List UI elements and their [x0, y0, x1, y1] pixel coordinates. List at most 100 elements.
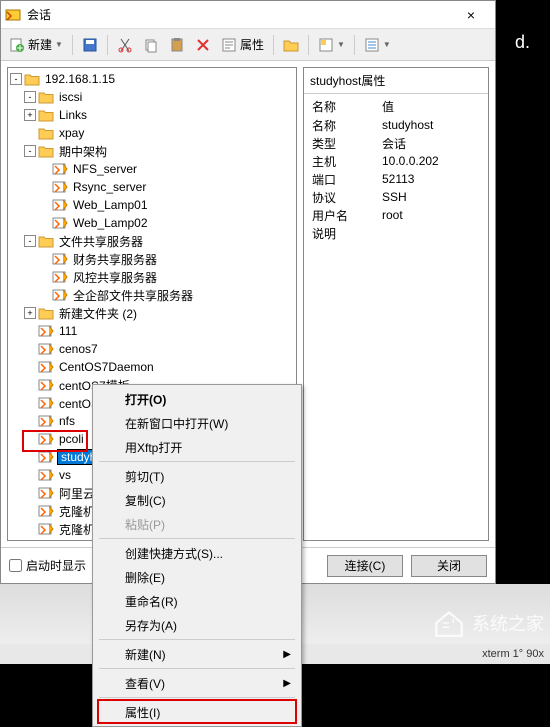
tree-label[interactable]: 全企部文件共享服务器: [71, 287, 195, 304]
prop-key: 名称: [312, 117, 382, 134]
expand-icon[interactable]: -: [10, 73, 22, 85]
tree-item[interactable]: - iscsi: [10, 88, 294, 106]
session-icon: [38, 486, 54, 500]
menu-item[interactable]: 新建(N)▶: [95, 642, 299, 666]
prop-row: 主机10.0.0.202: [312, 152, 480, 170]
titlebar: 会话 ×: [1, 1, 495, 29]
paste-button[interactable]: [165, 35, 189, 55]
expand-icon[interactable]: -: [24, 91, 36, 103]
tree-label[interactable]: vs: [57, 468, 73, 482]
prop-val: 会话: [382, 135, 480, 152]
tree-label[interactable]: Web_Lamp01: [71, 198, 150, 212]
context-menu: 打开(O)在新窗口中打开(W)用Xftp打开剪切(T)复制(C)粘贴(P) 创建快…: [92, 384, 302, 727]
tree-item[interactable]: - 文件共享服务器: [10, 232, 294, 250]
app-icon: [5, 7, 21, 23]
folder-icon: [24, 72, 40, 86]
tree-label[interactable]: Links: [57, 108, 89, 122]
session-icon: [52, 180, 68, 194]
props-head-row: 名称 值: [312, 98, 480, 116]
tree-item[interactable]: - 期中架构: [10, 142, 294, 160]
tree-label[interactable]: nfs: [57, 414, 77, 428]
close-button[interactable]: ×: [451, 2, 491, 28]
checkbox-input[interactable]: [9, 559, 22, 572]
tree-label[interactable]: NFS_server: [71, 162, 139, 176]
tree-label[interactable]: 模板机: [57, 539, 97, 542]
save-button[interactable]: [78, 35, 102, 55]
expand-icon[interactable]: +: [24, 109, 36, 121]
checkbox-label: 启动时显示: [26, 557, 86, 574]
menu-item[interactable]: 打开(O): [95, 387, 299, 411]
menu-item[interactable]: 属性(I): [95, 700, 299, 724]
tree-label[interactable]: 风控共享服务器: [71, 269, 159, 286]
menu-item[interactable]: 剪切(T): [95, 464, 299, 488]
menu-item[interactable]: 用Xftp打开: [95, 435, 299, 459]
tree-label[interactable]: 克隆机: [57, 521, 97, 538]
tree-item[interactable]: 风控共享服务器: [10, 268, 294, 286]
list-button[interactable]: ▼: [360, 35, 395, 55]
tree-item[interactable]: + Links: [10, 106, 294, 124]
prop-row: 类型会话: [312, 134, 480, 152]
tree-label[interactable]: 192.168.1.15: [43, 72, 117, 86]
tree-label[interactable]: pcoli: [57, 432, 86, 446]
tree-item[interactable]: CentOS7Daemon: [10, 358, 294, 376]
tree-label[interactable]: 文件共享服务器: [57, 233, 145, 250]
expand-icon[interactable]: -: [24, 235, 36, 247]
tree-label[interactable]: cenos7: [57, 342, 100, 356]
copy-button[interactable]: [139, 35, 163, 55]
chevron-down-icon: ▼: [383, 40, 391, 49]
menu-item: 粘贴(P): [95, 512, 299, 536]
dialog-title: 会话: [27, 6, 451, 23]
tree-item[interactable]: Rsync_server: [10, 178, 294, 196]
menu-item[interactable]: 创建快捷方式(S)...: [95, 541, 299, 565]
view-button[interactable]: ▼: [314, 35, 349, 55]
tree-label[interactable]: Rsync_server: [71, 180, 148, 194]
prop-row: 协议SSH: [312, 188, 480, 206]
tree-item[interactable]: 全企部文件共享服务器: [10, 286, 294, 304]
tree-label[interactable]: 新建文件夹 (2): [57, 305, 139, 322]
folder-button[interactable]: [279, 35, 303, 55]
tree-item[interactable]: xpay: [10, 124, 294, 142]
expand-icon[interactable]: -: [24, 145, 36, 157]
tree-label[interactable]: 财务共享服务器: [71, 251, 159, 268]
tree-item[interactable]: 财务共享服务器: [10, 250, 294, 268]
cut-button[interactable]: [113, 35, 137, 55]
menu-item[interactable]: 查看(V)▶: [95, 671, 299, 695]
tree-label[interactable]: Web_Lamp02: [71, 216, 150, 230]
tree-label[interactable]: 克隆机: [57, 503, 97, 520]
folder-icon: [38, 90, 54, 104]
session-icon: [38, 342, 54, 356]
startup-checkbox[interactable]: 启动时显示: [9, 557, 86, 574]
tree-item[interactable]: Web_Lamp02: [10, 214, 294, 232]
tree-item[interactable]: NFS_server: [10, 160, 294, 178]
separator: [308, 35, 309, 55]
session-icon: [38, 378, 54, 392]
submenu-arrow-icon: ▶: [283, 649, 291, 660]
tree-label[interactable]: CentOS7Daemon: [57, 360, 156, 374]
tree-label[interactable]: 期中架构: [57, 143, 109, 160]
menu-item[interactable]: 在新窗口中打开(W): [95, 411, 299, 435]
col-name: 名称: [312, 98, 382, 116]
connect-button[interactable]: 连接(C): [327, 555, 403, 577]
tree-label[interactable]: 111: [57, 324, 79, 338]
tree-label[interactable]: xpay: [57, 126, 86, 140]
separator: [273, 35, 274, 55]
menu-item[interactable]: 复制(C): [95, 488, 299, 512]
menu-item[interactable]: 重命名(R): [95, 589, 299, 613]
tree-item[interactable]: cenos7: [10, 340, 294, 358]
tree-item[interactable]: + 新建文件夹 (2): [10, 304, 294, 322]
tree-item[interactable]: 111: [10, 322, 294, 340]
expand-icon[interactable]: +: [24, 307, 36, 319]
props-table: 名称 值 名称studyhost类型会话主机10.0.0.202端口52113协…: [304, 94, 488, 246]
menu-item[interactable]: 删除(E): [95, 565, 299, 589]
tree-label[interactable]: 阿里云: [57, 485, 97, 502]
menu-item[interactable]: 另存为(A): [95, 613, 299, 637]
session-icon: [52, 216, 68, 230]
new-button[interactable]: 新建 ▼: [5, 34, 67, 55]
tree-root[interactable]: - 192.168.1.15: [10, 70, 294, 88]
props-button[interactable]: 属性: [217, 34, 268, 55]
tree-item[interactable]: Web_Lamp01: [10, 196, 294, 214]
tree-label[interactable]: iscsi: [57, 90, 84, 104]
menu-separator: [99, 538, 295, 539]
close-button[interactable]: 关闭: [411, 555, 487, 577]
delete-button[interactable]: [191, 35, 215, 55]
